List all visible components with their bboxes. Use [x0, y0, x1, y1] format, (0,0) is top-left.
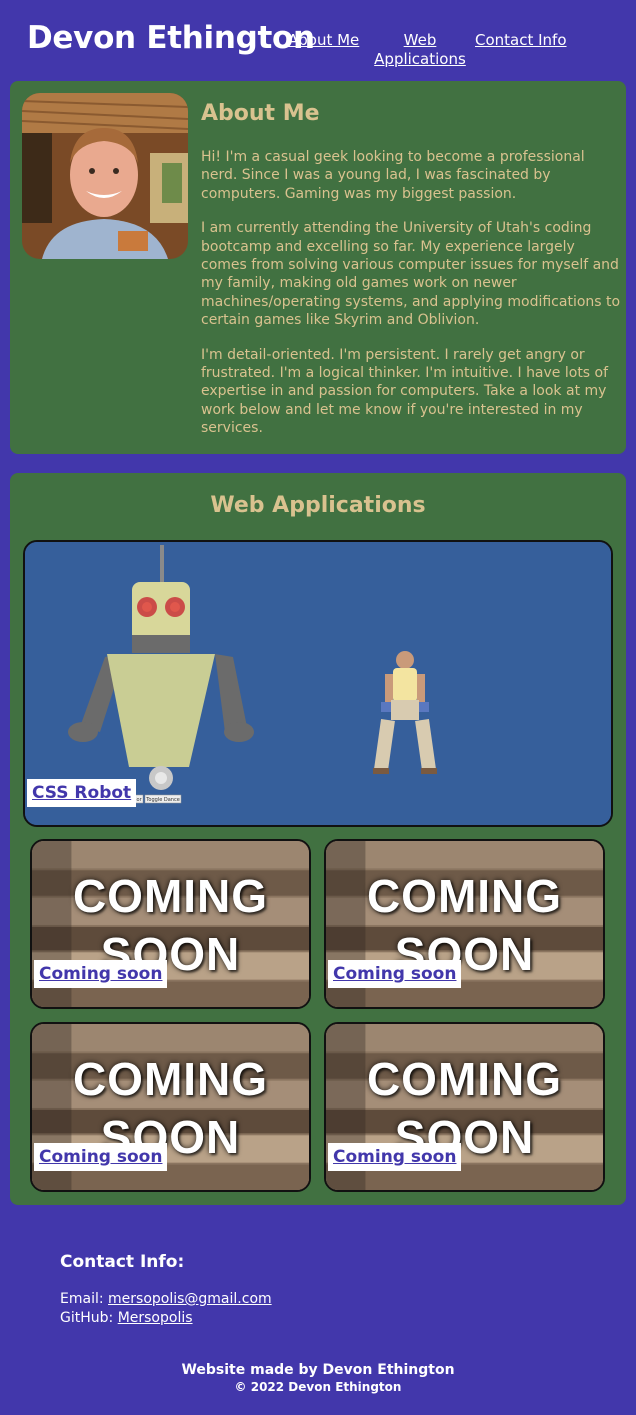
github-line: GitHub: Mersopolis	[60, 1309, 560, 1328]
css-robot-link[interactable]: CSS Robot	[27, 779, 137, 807]
web-applications-section: Web Applications Toggle Dance CSS Robot …	[10, 473, 626, 1205]
coming-soon-image-text: COMING	[72, 870, 269, 922]
toggle-dance-button[interactable]: Toggle Dance	[145, 797, 180, 803]
about-paragraph: I'm detail-oriented. I'm persistent. I r…	[201, 346, 609, 437]
nav-web-applications[interactable]: Web Applications	[370, 31, 470, 69]
contact-section: Contact Info: Email: mersopolis@gmail.co…	[60, 1252, 560, 1328]
nav-contact-info[interactable]: Contact Info	[475, 31, 567, 50]
coming-soon-image-text: COMING	[366, 1053, 563, 1105]
github-label: GitHub:	[60, 1310, 114, 1326]
project-card-coming-soon[interactable]: COMING SOON Coming soon	[324, 1022, 605, 1192]
coming-soon-link[interactable]: Coming soon	[328, 960, 462, 988]
about-section: About Me Hi! I'm a casual geek looking t…	[10, 81, 626, 454]
coming-soon-image-text: COMING	[366, 870, 563, 922]
email-line: Email: mersopolis@gmail.com	[60, 1290, 560, 1309]
coming-soon-link[interactable]: Coming soon	[34, 960, 168, 988]
coming-soon-link[interactable]: Coming soon	[34, 1143, 168, 1171]
coming-soon-link[interactable]: Coming soon	[328, 1143, 462, 1171]
coming-soon-image-text: COMING	[72, 1053, 269, 1105]
footer-copyright: © 2022 Devon Ethington	[234, 1380, 402, 1394]
footer-made-by: Website made by Devon Ethington	[181, 1362, 455, 1378]
github-link[interactable]: Mersopolis	[118, 1310, 193, 1326]
about-title: About Me	[201, 101, 320, 126]
contact-title: Contact Info:	[60, 1252, 185, 1272]
site-title: Devon Ethington	[27, 20, 315, 56]
project-card-coming-soon[interactable]: COMING SOON Coming soon	[30, 1022, 311, 1192]
site-footer: Website made by Devon Ethington © 2022 D…	[0, 1361, 636, 1395]
project-card-coming-soon[interactable]: COMING SOON Coming soon	[324, 839, 605, 1009]
email-label: Email:	[60, 1291, 104, 1307]
project-card-coming-soon[interactable]: COMING SOON Coming soon	[30, 839, 311, 1009]
site-header: Devon Ethington About Me Web Application…	[0, 0, 636, 80]
web-applications-title: Web Applications	[210, 493, 426, 518]
profile-photo	[22, 93, 188, 259]
project-card-css-robot[interactable]: and color Toggle Dance CSS Robot	[23, 540, 613, 827]
about-text: Hi! I'm a casual geek looking to become …	[201, 148, 623, 454]
email-link[interactable]: mersopolis@gmail.com	[108, 1291, 272, 1307]
about-paragraph: I am currently attending the University …	[201, 220, 621, 329]
nav-about-me[interactable]: About Me	[288, 31, 359, 50]
about-paragraph: Hi! I'm a casual geek looking to become …	[201, 149, 585, 202]
